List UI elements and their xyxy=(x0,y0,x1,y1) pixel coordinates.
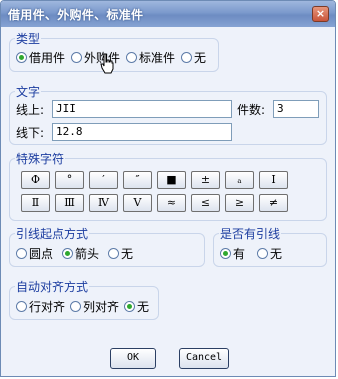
has-leader-no[interactable]: 无 xyxy=(257,245,282,262)
close-icon[interactable]: × xyxy=(312,6,329,22)
line-down-input[interactable]: 12.8 xyxy=(52,123,232,141)
symbol-greater-equal-button[interactable]: ≥ xyxy=(225,194,254,212)
leader-start-group: 引线起点方式 圆点 箭头 无 xyxy=(9,225,205,267)
radio-icon xyxy=(16,248,27,259)
hand-cursor-icon xyxy=(100,53,114,74)
type-option-borrowed[interactable]: 借用件 xyxy=(16,49,65,66)
type-group: 类型 借用件 外购件 标准件 无 xyxy=(9,30,219,72)
radio-icon xyxy=(126,52,138,63)
type-group-label: 类型 xyxy=(15,30,42,47)
has-leader-options: 有 无 xyxy=(220,245,288,262)
cancel-button[interactable]: Cancel xyxy=(179,348,229,369)
line-up-input[interactable]: JII xyxy=(52,100,232,118)
align-none[interactable]: 无 xyxy=(124,298,149,315)
auto-align-options: 行对齐 列对齐 无 xyxy=(16,298,155,315)
radio-icon xyxy=(16,301,27,312)
symbol-square-button[interactable]: ■ xyxy=(157,171,186,189)
type-option-standard[interactable]: 标准件 xyxy=(126,49,175,66)
radio-icon xyxy=(181,52,193,63)
count-label: 件数: xyxy=(237,103,266,117)
text-group-label: 文字 xyxy=(15,83,42,100)
count-input[interactable]: 3 xyxy=(273,100,319,118)
window-title: 借用件、外购件、标准件 xyxy=(8,8,144,22)
radio-icon xyxy=(108,248,120,259)
symbol-plus-minus-button[interactable]: ± xyxy=(191,171,220,189)
symbol-subscript-a-button[interactable]: ₐ xyxy=(225,171,254,189)
radio-selected-icon xyxy=(220,248,231,259)
text-group: 文字 线上: JII 件数: 3 线下: 12.8 xyxy=(9,83,327,145)
radio-icon xyxy=(71,52,83,63)
radio-icon xyxy=(257,248,269,259)
align-row[interactable]: 行对齐 xyxy=(16,298,65,315)
auto-align-group: 自动对齐方式 行对齐 列对齐 无 xyxy=(9,278,159,320)
has-leader-group: 是否有引线 有 无 xyxy=(213,225,327,267)
symbol-minute-button[interactable]: ′ xyxy=(89,171,118,189)
align-column[interactable]: 列对齐 xyxy=(70,298,119,315)
special-chars-label: 特殊字符 xyxy=(15,150,66,167)
symbol-roman-4-button[interactable]: Ⅳ xyxy=(89,194,118,212)
radio-selected-icon xyxy=(16,52,27,63)
leader-start-options: 圆点 箭头 无 xyxy=(16,245,139,262)
special-chars-group: 特殊字符 Φ ° ′ ″ ■ ± ₐ Ⅰ Ⅱ Ⅲ Ⅳ Ⅴ ≈ ≤ ≥ ≠ xyxy=(9,150,327,221)
has-leader-yes[interactable]: 有 xyxy=(220,245,245,262)
line-up-label: 线上: xyxy=(16,103,45,117)
radio-icon xyxy=(70,301,82,312)
type-option-none[interactable]: 无 xyxy=(181,49,206,66)
symbol-roman-5-button[interactable]: Ⅴ xyxy=(123,194,152,212)
leader-start-arrow[interactable]: 箭头 xyxy=(62,245,99,262)
symbol-roman-1-button[interactable]: Ⅰ xyxy=(259,171,288,189)
title-bar[interactable]: 借用件、外购件、标准件 × xyxy=(1,1,335,27)
auto-align-label: 自动对齐方式 xyxy=(15,278,90,295)
radio-selected-icon xyxy=(62,248,74,259)
symbol-roman-3-button[interactable]: Ⅲ xyxy=(55,194,84,212)
dialog-window: 借用件、外购件、标准件 × 类型 借用件 外购件 标准件 无 文字 线上: JI… xyxy=(0,0,336,377)
symbol-diameter-button[interactable]: Φ xyxy=(21,171,50,189)
symbol-less-equal-button[interactable]: ≤ xyxy=(191,194,220,212)
leader-start-none[interactable]: 无 xyxy=(108,245,133,262)
leader-start-dot[interactable]: 圆点 xyxy=(16,245,53,262)
symbol-second-button[interactable]: ″ xyxy=(123,171,152,189)
symbol-roman-2-button[interactable]: Ⅱ xyxy=(21,194,50,212)
leader-start-label: 引线起点方式 xyxy=(15,225,90,242)
symbol-not-equal-button[interactable]: ≠ xyxy=(259,194,288,212)
type-options: 借用件 外购件 标准件 无 xyxy=(16,49,212,66)
symbol-degree-button[interactable]: ° xyxy=(55,171,84,189)
line-down-label: 线下: xyxy=(16,126,45,140)
ok-button[interactable]: OK xyxy=(110,348,156,369)
symbol-approx-button[interactable]: ≈ xyxy=(157,194,186,212)
has-leader-label: 是否有引线 xyxy=(219,225,282,242)
radio-selected-icon xyxy=(124,301,136,312)
